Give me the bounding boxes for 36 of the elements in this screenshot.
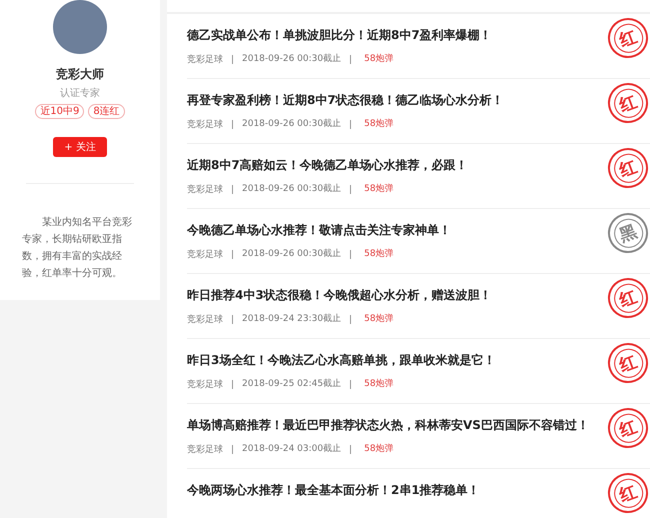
article-title[interactable]: 单场博高赔推荐！最近巴甲推荐状态火热，科林蒂安VS巴西国际不容错过！	[187, 417, 589, 434]
article-price: 58炮弹	[350, 380, 394, 389]
article-title[interactable]: 昨日推荐4中3状态很稳！今晚俄超心水分析，赠送波胆！	[187, 287, 492, 304]
article-category: 竞彩足球	[187, 184, 223, 196]
article-category: 竞彩足球	[187, 118, 223, 131]
article-category: 竞彩足球	[187, 444, 223, 456]
expert-role: 认证专家	[60, 86, 100, 100]
article-title[interactable]: 今晚德乙单场心水推荐！敬请点击关注专家神单！	[187, 222, 451, 239]
article-price: 58炮弹	[350, 250, 394, 259]
article-price: 58炮弹	[350, 55, 394, 64]
record-tag: 8连红	[88, 104, 125, 119]
article-price: 58炮弹	[350, 445, 394, 454]
article-category: 竞彩足球	[187, 378, 223, 391]
article-deadline: 2018-09-25 02:45截止	[232, 380, 342, 389]
article-category: 竞彩足球	[187, 248, 223, 261]
expert-description: 某业内知名平台竞彩专家，长期钻研欧亚指数，拥有丰富的实战经验，红单率十分可观。	[22, 216, 133, 281]
article-price: 58炮弹	[350, 185, 394, 194]
article-deadline: 2018-09-24 03:00截止	[232, 445, 342, 454]
article-title[interactable]: 再登专家盈利榜！近期8中7状态很稳！德乙临场心水分析！	[187, 92, 504, 109]
article-title[interactable]: 德乙实战单公布！单挑波胆比分！近期8中7盈利率爆棚！	[187, 27, 492, 44]
article-category: 竞彩足球	[187, 314, 223, 326]
record-tag: 近10中9	[35, 104, 84, 119]
article-deadline: 2018-09-26 00:30截止	[232, 120, 342, 129]
article-deadline: 2018-09-26 00:30截止	[232, 250, 342, 259]
follow-button[interactable]: + 关注	[53, 137, 107, 157]
article-title[interactable]: 近期8中7高赔如云！今晚德乙单场心水推荐，必跟！	[187, 157, 468, 174]
expert-name: 竞彩大师	[56, 66, 104, 83]
article-price: 58炮弹	[350, 120, 394, 129]
avatar-photo-placeholder	[53, 0, 107, 54]
article-deadline: 2018-09-26 00:30截止	[232, 55, 342, 64]
article-price: 58炮弹	[350, 315, 394, 324]
article-deadline: 2018-09-26 00:30截止	[232, 185, 342, 194]
article-title[interactable]: 昨日3场全红！今晚法乙心水高赔单挑，跟单收米就是它！	[187, 352, 496, 369]
article-category: 竞彩足球	[187, 54, 223, 66]
article-deadline: 2018-09-24 23:30截止	[232, 315, 342, 324]
article-title[interactable]: 今晚两场心水推荐！最全基本面分析！2串1推荐稳单！	[187, 482, 480, 499]
